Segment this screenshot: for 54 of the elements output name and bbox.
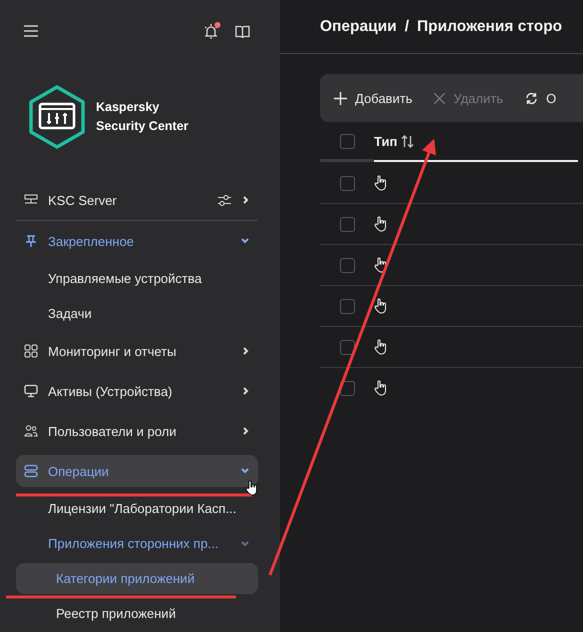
server-icon	[24, 194, 38, 206]
chevron-down-icon[interactable]	[240, 237, 250, 245]
breadcrumb-separator: /	[404, 18, 410, 36]
sidebar-item[interactable]: Приложения сторонних пр...	[16, 526, 258, 561]
hand-icon	[374, 257, 388, 273]
hand-icon	[374, 175, 388, 191]
hand-cursor-icon	[245, 478, 259, 498]
chevron-right-icon[interactable]	[242, 426, 250, 436]
column-header[interactable]: Тип	[374, 134, 398, 148]
chevron-down-icon[interactable]	[240, 467, 250, 475]
chevron-right-icon[interactable]	[242, 195, 250, 205]
sidebar-item[interactable]: Закрепленное	[16, 221, 258, 261]
row-checkbox[interactable]	[340, 258, 354, 272]
chevron-right-icon[interactable]	[242, 386, 250, 396]
sidebar-item[interactable]: Лицензии "Лаборатории Касп...	[16, 491, 258, 526]
product-name: Kaspersky Security Center	[96, 99, 188, 135]
hand-icon	[374, 298, 388, 314]
breadcrumb-item: Приложения сторо	[417, 18, 562, 36]
chevron-down-icon[interactable]	[240, 540, 250, 548]
alarm-bell-icon[interactable]	[203, 22, 221, 40]
hand-icon	[374, 216, 388, 232]
add-button[interactable]: Добавить	[334, 90, 412, 106]
grid-icon	[24, 344, 38, 358]
refresh-icon	[525, 92, 538, 104]
sort-icon[interactable]	[401, 134, 414, 148]
sidebar-item[interactable]: Задачи	[16, 296, 258, 331]
sidebar-item[interactable]: Реестр приложений	[16, 596, 258, 631]
sidebar-item[interactable]: Категории приложений	[16, 563, 258, 594]
menu-icon[interactable]	[24, 25, 38, 37]
users-icon	[24, 424, 38, 438]
sidebar-item[interactable]: Мониторинг и отчеты	[16, 331, 258, 371]
sidebar-item[interactable]: Операции	[16, 455, 258, 487]
monitor-icon	[24, 384, 38, 398]
row-checkbox[interactable]	[340, 380, 354, 396]
sliders-icon[interactable]	[217, 194, 232, 206]
select-all-checkbox[interactable]	[340, 134, 354, 149]
book-icon[interactable]	[235, 24, 250, 38]
row-checkbox[interactable]	[340, 298, 354, 314]
row-checkbox[interactable]	[340, 340, 354, 354]
close-icon	[434, 92, 446, 104]
sidebar-item[interactable]: Активы (Устройства)	[16, 371, 258, 411]
hand-icon	[374, 380, 388, 396]
chevron-right-icon[interactable]	[242, 346, 250, 356]
plus-icon	[334, 92, 347, 104]
sidebar-item[interactable]: Пользователи и роли	[16, 411, 258, 451]
sidebar-item[interactable]: Управляемые устройства	[16, 261, 258, 296]
stack-icon	[24, 464, 38, 478]
hand-icon	[374, 339, 388, 355]
row-checkbox[interactable]	[340, 216, 354, 232]
row-checkbox[interactable]	[340, 176, 354, 190]
pin-icon	[24, 234, 38, 248]
breadcrumb-item[interactable]: Операции	[320, 18, 397, 36]
refresh-button[interactable]: О	[525, 90, 556, 106]
server-item[interactable]: KSC Server	[16, 180, 258, 221]
